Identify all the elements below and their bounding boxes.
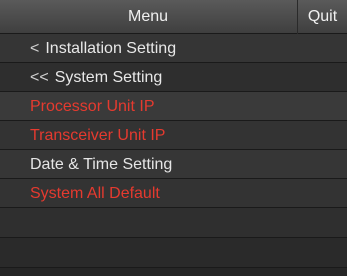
menu-item-installation-setting[interactable]: < Installation Setting	[0, 34, 347, 63]
double-chevron-left-icon: <<	[30, 69, 49, 86]
menu-item-system-setting[interactable]: << System Setting	[0, 63, 347, 92]
menu-item-system-all-default[interactable]: System All Default	[0, 179, 347, 208]
empty-row	[0, 208, 347, 238]
chevron-left-icon: <	[30, 40, 40, 57]
menu-item-label: System Setting	[54, 69, 163, 86]
menu-item-transceiver-unit-ip[interactable]: Transceiver Unit IP	[0, 121, 347, 150]
menu-item-label: Date & Time Setting	[30, 156, 173, 173]
empty-row	[0, 238, 347, 268]
menu-item-date-time-setting[interactable]: Date & Time Setting	[0, 150, 347, 179]
menu-item-label: Transceiver Unit IP	[30, 127, 166, 144]
title-bar: Menu Quit	[0, 0, 347, 34]
menu-title: Menu	[127, 8, 169, 25]
menu-item-label: System All Default	[30, 185, 160, 202]
menu-item-label: Processor Unit IP	[30, 98, 155, 115]
menu-list: < Installation Setting << System Setting P…	[0, 34, 347, 268]
menu-item-processor-unit-ip[interactable]: Processor Unit IP	[0, 92, 347, 121]
quit-button[interactable]: Quit	[297, 0, 347, 34]
menu-screen: Menu Quit < Installation Setting << System…	[0, 0, 347, 276]
menu-item-label: Installation Setting	[45, 40, 177, 57]
